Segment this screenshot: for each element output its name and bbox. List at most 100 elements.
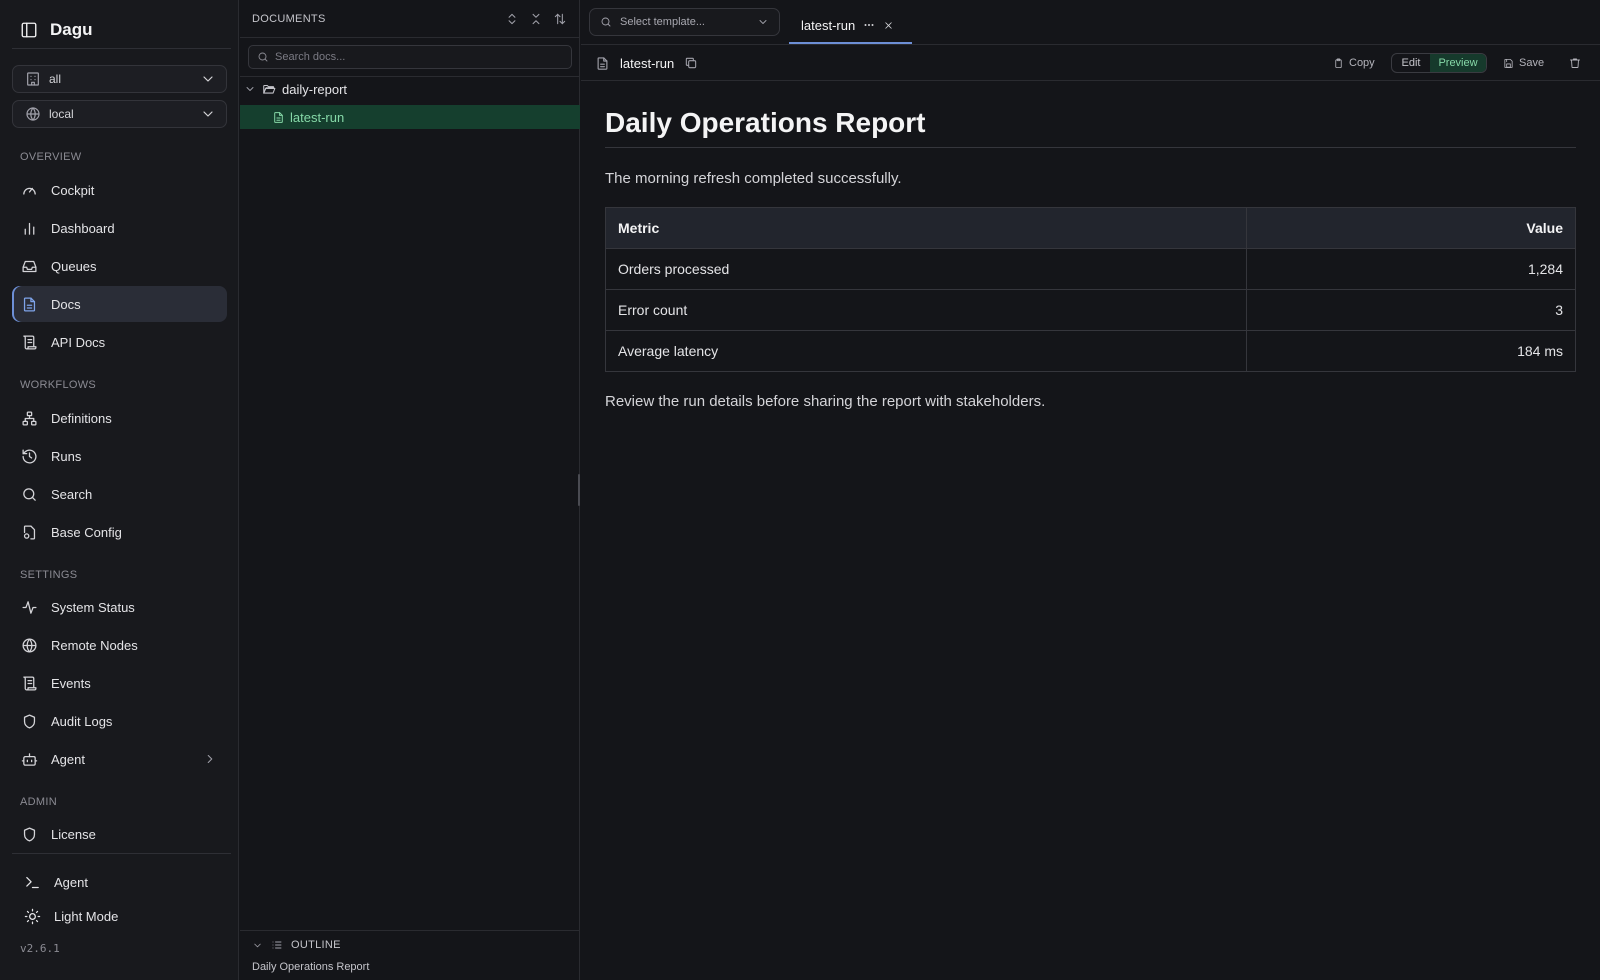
view-mode-toggle: Edit Preview bbox=[1391, 53, 1487, 73]
sidebar-item-label: API Docs bbox=[51, 334, 106, 350]
chevron-down-icon bbox=[252, 940, 263, 951]
outline-toggle[interactable]: OUTLINE bbox=[252, 939, 341, 951]
sidebar-toggle-icon[interactable] bbox=[20, 21, 38, 39]
sidebar-item-definitions[interactable]: Definitions bbox=[12, 400, 227, 436]
copy-path-icon[interactable] bbox=[684, 56, 698, 70]
table-cell-metric: Orders processed bbox=[605, 248, 1247, 290]
workflow-icon bbox=[20, 410, 38, 427]
tab-latest-run[interactable]: latest-run bbox=[789, 8, 912, 44]
editor-area: Select template... latest-run latest-run… bbox=[581, 0, 1600, 980]
sidebar-item-api-docs[interactable]: API Docs bbox=[12, 324, 227, 360]
sidebar-item-label: Dashboard bbox=[51, 220, 115, 236]
divider bbox=[12, 48, 231, 49]
document-name: latest-run bbox=[595, 45, 698, 81]
docs-search-input[interactable] bbox=[275, 51, 571, 63]
sidebar-item-queues[interactable]: Queues bbox=[12, 248, 227, 284]
list-icon bbox=[271, 939, 283, 951]
node-select-value: local bbox=[49, 107, 74, 121]
close-icon[interactable] bbox=[883, 20, 894, 31]
folder-open-icon bbox=[262, 82, 276, 96]
sidebar-item-label: Definitions bbox=[51, 410, 112, 426]
docs-search[interactable] bbox=[248, 45, 572, 69]
sidebar-item-search[interactable]: Search bbox=[12, 476, 227, 512]
sidebar-item-events[interactable]: Events bbox=[12, 665, 227, 701]
sidebar-item-label: License bbox=[51, 826, 96, 842]
tab-bar: Select template... latest-run bbox=[581, 0, 1600, 45]
file-text-icon bbox=[272, 111, 285, 124]
table-cell-metric: Error count bbox=[605, 289, 1247, 331]
sidebar-item-label: Docs bbox=[51, 296, 81, 312]
sidebar-item-label: Base Config bbox=[51, 524, 122, 540]
sidebar-item-runs[interactable]: Runs bbox=[12, 438, 227, 474]
collapse-all-icon[interactable] bbox=[529, 12, 543, 26]
expand-all-icon[interactable] bbox=[505, 12, 519, 26]
sort-icon[interactable] bbox=[553, 12, 567, 26]
table-header-value: Value bbox=[1246, 207, 1576, 249]
sidebar-item-label: Events bbox=[51, 675, 91, 691]
outline-panel: OUTLINE Daily Operations Report bbox=[240, 930, 580, 980]
outline-title: OUTLINE bbox=[291, 939, 341, 951]
app-version: v2.6.1 bbox=[20, 942, 60, 955]
panel-resize-handle[interactable] bbox=[578, 474, 580, 506]
edit-mode-button[interactable]: Edit bbox=[1392, 54, 1430, 72]
copy-button[interactable]: Copy bbox=[1333, 54, 1375, 72]
tree-folder-daily-report[interactable]: daily-report bbox=[240, 77, 580, 101]
sidebar-item-system-status[interactable]: System Status bbox=[12, 589, 227, 625]
bot-icon bbox=[20, 751, 38, 768]
table-header-metric: Metric bbox=[605, 207, 1247, 249]
sidebar-item-agent[interactable]: Agent bbox=[12, 741, 227, 777]
workspace-select[interactable]: all bbox=[12, 65, 227, 93]
trash-icon bbox=[1569, 57, 1581, 69]
sidebar-item-license[interactable]: License bbox=[12, 816, 227, 852]
sidebar-item-audit-logs[interactable]: Audit Logs bbox=[12, 703, 227, 739]
sidebar-item-label: Agent bbox=[51, 751, 85, 767]
delete-button[interactable] bbox=[1569, 54, 1581, 72]
tree-file-latest-run[interactable]: latest-run bbox=[240, 105, 580, 129]
globe-icon bbox=[20, 637, 38, 654]
sidebar-item-base-config[interactable]: Base Config bbox=[12, 514, 227, 550]
chevron-down-icon bbox=[200, 106, 216, 122]
documents-panel: DOCUMENTS daily-report latest-run OUTLIN… bbox=[240, 0, 580, 980]
document-heading: Daily Operations Report bbox=[605, 100, 1576, 148]
chevron-down-icon bbox=[200, 71, 216, 87]
footer-agent-button[interactable]: Agent bbox=[24, 871, 88, 893]
chevron-down-icon bbox=[244, 83, 256, 95]
theme-toggle-label: Light Mode bbox=[54, 908, 119, 924]
table-cell-value: 184 ms bbox=[1246, 330, 1576, 372]
file-text-icon bbox=[595, 56, 610, 71]
shield-icon bbox=[20, 713, 38, 730]
node-select[interactable]: local bbox=[12, 100, 227, 128]
table-row: Average latency 184 ms bbox=[605, 330, 1576, 372]
document-name-label: latest-run bbox=[620, 55, 675, 71]
file-text-icon bbox=[20, 296, 38, 313]
sidebar-item-label: Audit Logs bbox=[51, 713, 113, 729]
sidebar-item-label: Queues bbox=[51, 258, 97, 274]
sidebar-item-label: Runs bbox=[51, 448, 82, 464]
template-select[interactable]: Select template... bbox=[589, 8, 780, 36]
more-icon[interactable] bbox=[863, 19, 875, 31]
sidebar-item-dashboard[interactable]: Dashboard bbox=[12, 210, 227, 246]
search-icon bbox=[257, 51, 269, 63]
metrics-table: Metric Value Orders processed 1,284 Erro… bbox=[605, 207, 1576, 372]
section-overview: OVERVIEW bbox=[20, 151, 82, 163]
document-toolbar: latest-run Copy Edit Preview Save bbox=[581, 45, 1600, 81]
tree-file-label: latest-run bbox=[290, 109, 345, 125]
workspace-select-value: all bbox=[49, 72, 62, 86]
history-icon bbox=[20, 448, 38, 465]
sidebar-item-cockpit[interactable]: Cockpit bbox=[12, 172, 227, 208]
shield-icon bbox=[20, 826, 38, 843]
save-button[interactable]: Save bbox=[1503, 54, 1544, 72]
brand: Dagu bbox=[20, 18, 93, 42]
sidebar-item-remote-nodes[interactable]: Remote Nodes bbox=[12, 627, 227, 663]
section-workflows: WORKFLOWS bbox=[20, 379, 97, 391]
sidebar-item-label: Search bbox=[51, 486, 93, 502]
outline-item[interactable]: Daily Operations Report bbox=[252, 961, 369, 973]
section-admin: ADMIN bbox=[20, 796, 57, 808]
sidebar-item-docs[interactable]: Docs bbox=[12, 286, 227, 322]
building-icon bbox=[25, 71, 41, 87]
theme-toggle-button[interactable]: Light Mode bbox=[24, 905, 118, 927]
documents-title: DOCUMENTS bbox=[252, 12, 326, 25]
preview-mode-button[interactable]: Preview bbox=[1430, 54, 1486, 72]
gauge-icon bbox=[20, 182, 38, 199]
document-intro: The morning refresh completed successful… bbox=[605, 170, 902, 187]
